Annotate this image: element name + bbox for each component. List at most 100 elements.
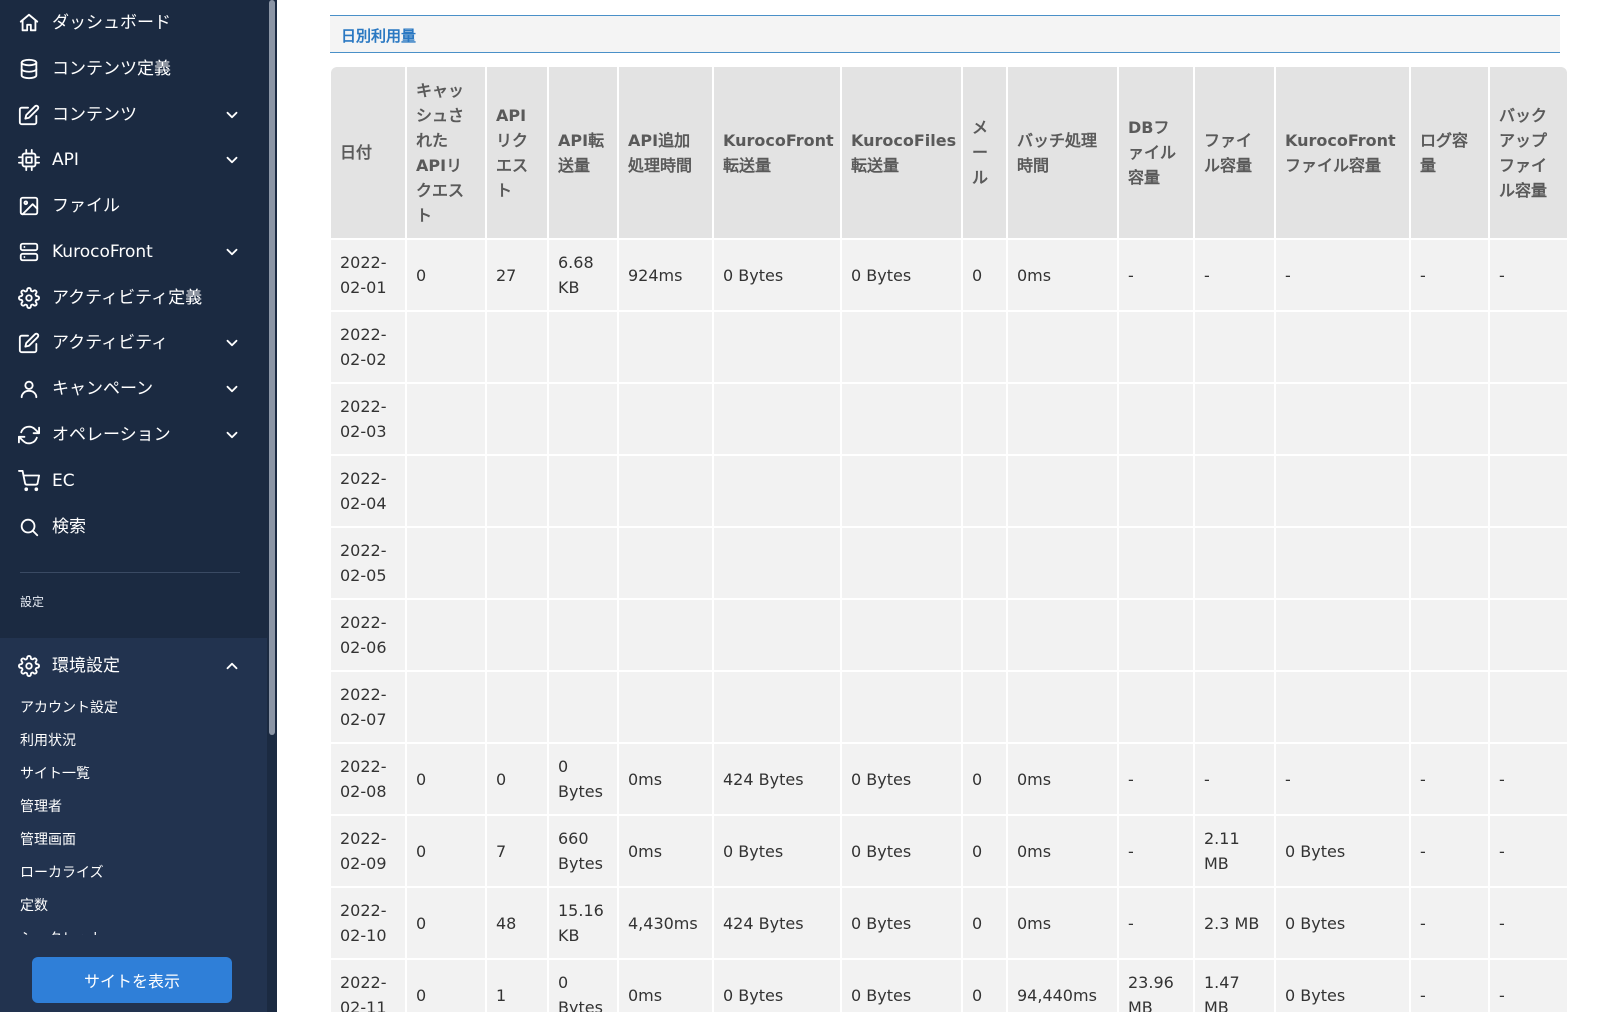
- search-icon: [18, 516, 40, 538]
- table-cell: [407, 312, 485, 382]
- sub-item-3[interactable]: サイト一覧: [20, 763, 90, 783]
- column-header-11: ファイル容量: [1195, 67, 1274, 238]
- table-cell: 0: [963, 888, 1006, 958]
- table-cell: 0: [963, 816, 1006, 886]
- sidebar-item-11[interactable]: EC: [0, 458, 267, 502]
- table-cell: [619, 384, 712, 454]
- table-cell: -: [1411, 744, 1488, 814]
- table-cell: [1008, 672, 1117, 742]
- table-cell: [842, 312, 961, 382]
- chevron-down-icon: [223, 426, 241, 444]
- table-cell: [714, 600, 840, 670]
- table-cell: [1276, 312, 1409, 382]
- table-cell: 0 Bytes: [842, 960, 961, 1012]
- table-cell: [407, 600, 485, 670]
- table-cell: 0ms: [1008, 816, 1117, 886]
- table-cell: [842, 672, 961, 742]
- table-cell: [714, 456, 840, 526]
- table-cell: 2022-02-02: [331, 312, 405, 382]
- table-cell: [1490, 456, 1567, 526]
- sidebar-item-9[interactable]: キャンペーン: [0, 366, 267, 410]
- sidebar-item-12[interactable]: 検索: [0, 504, 267, 548]
- column-header-2: キャッシュされたAPIリクエスト: [407, 67, 485, 238]
- table-cell: [1119, 600, 1193, 670]
- table-row: 2022-02-04: [331, 456, 1567, 526]
- table-cell: 27: [487, 240, 547, 310]
- table-cell: 4,430ms: [619, 888, 712, 958]
- table-cell: [1119, 312, 1193, 382]
- view-site-button[interactable]: サイトを表示: [32, 957, 232, 1003]
- table-cell: -: [1276, 744, 1409, 814]
- sidebar-item-label: コンテンツ: [52, 105, 137, 125]
- sidebar-scrollbar[interactable]: [267, 0, 277, 1012]
- table-cell: 2.11 MB: [1195, 816, 1274, 886]
- table-cell: 0: [407, 744, 485, 814]
- table-cell: [963, 384, 1006, 454]
- sidebar-item-7[interactable]: アクティビティ定義: [0, 275, 267, 319]
- sidebar-item-10[interactable]: オペレーション: [0, 412, 267, 456]
- table-cell: 6.68 KB: [549, 240, 617, 310]
- column-header-9: バッチ処理時間: [1008, 67, 1117, 238]
- sidebar-item-label: ファイル: [52, 196, 120, 216]
- table-cell: 0 Bytes: [1276, 816, 1409, 886]
- table-cell: -: [1119, 240, 1193, 310]
- sidebar-item-5[interactable]: ファイル: [0, 183, 267, 227]
- table-cell: [714, 672, 840, 742]
- sidebar-item-label: コンテンツ定義: [52, 59, 171, 79]
- sidebar-item-2[interactable]: コンテンツ定義: [0, 46, 267, 90]
- table-cell: 2022-02-08: [331, 744, 405, 814]
- table-cell: 0 Bytes: [549, 744, 617, 814]
- table-cell: [1490, 672, 1567, 742]
- table-cell: [1276, 528, 1409, 598]
- sub-item-4[interactable]: 管理者: [20, 796, 62, 816]
- table-row: 2022-02-07: [331, 672, 1567, 742]
- section-title: 日別利用量: [341, 27, 417, 45]
- daily-usage-table: 日付 キャッシュされたAPIリクエスト APIリクエスト API転送量 API追加処理時…: [329, 65, 1569, 1012]
- table-cell: [619, 456, 712, 526]
- sidebar-item-env-settings[interactable]: 環境設定: [0, 643, 267, 687]
- chevron-down-icon: [223, 380, 241, 398]
- sidebar-item-6[interactable]: KurocoFront: [0, 229, 267, 273]
- sub-item-6[interactable]: ローカライズ: [20, 862, 104, 882]
- sub-item-2[interactable]: 利用状況: [20, 730, 76, 750]
- table-cell: 0: [963, 960, 1006, 1012]
- table-cell: [1411, 528, 1488, 598]
- scrollbar-thumb[interactable]: [269, 0, 275, 735]
- table-row: 2022-02-06: [331, 600, 1567, 670]
- table-cell: -: [1490, 816, 1567, 886]
- sub-item-1[interactable]: アカウント設定: [20, 697, 118, 717]
- table-cell: [487, 456, 547, 526]
- settings-section-label: 設定: [20, 595, 45, 609]
- table-cell: 0: [407, 888, 485, 958]
- sub-item-7[interactable]: 定数: [20, 895, 48, 915]
- table-cell: 2022-02-09: [331, 816, 405, 886]
- sub-item-5[interactable]: 管理画面: [20, 829, 76, 849]
- section-header: 日別利用量: [330, 15, 1560, 53]
- column-header-6: KurocoFront転送量: [714, 67, 840, 238]
- sidebar-item-label: KurocoFront: [52, 242, 153, 262]
- table-cell: -: [1411, 888, 1488, 958]
- table-cell: [963, 672, 1006, 742]
- table-cell: 2022-02-05: [331, 528, 405, 598]
- table-cell: [1276, 456, 1409, 526]
- table-cell: [714, 312, 840, 382]
- table-cell: [1008, 384, 1117, 454]
- sidebar-item-3[interactable]: コンテンツ: [0, 92, 267, 136]
- table-cell: [1008, 528, 1117, 598]
- column-header-12: KurocoFrontファイル容量: [1276, 67, 1409, 238]
- table-cell: [1411, 672, 1488, 742]
- sidebar-item-label: アクティビティ: [52, 333, 169, 353]
- table-cell: 0: [487, 744, 547, 814]
- daily-usage-table-wrapper: 日付 キャッシュされたAPIリクエスト APIリクエスト API転送量 API追加処理時…: [331, 67, 1567, 1012]
- table-cell: 7: [487, 816, 547, 886]
- table-cell: [1490, 384, 1567, 454]
- table-cell: 0 Bytes: [714, 816, 840, 886]
- table-cell: -: [1490, 888, 1567, 958]
- table-cell: [487, 600, 547, 670]
- sidebar-item-8[interactable]: アクティビティ: [0, 320, 267, 364]
- table-cell: 48: [487, 888, 547, 958]
- sidebar-item-1[interactable]: ダッシュボード: [0, 0, 267, 44]
- table-cell: 424 Bytes: [714, 888, 840, 958]
- chevron-down-icon: [223, 243, 241, 261]
- sidebar-item-4[interactable]: API: [0, 137, 267, 181]
